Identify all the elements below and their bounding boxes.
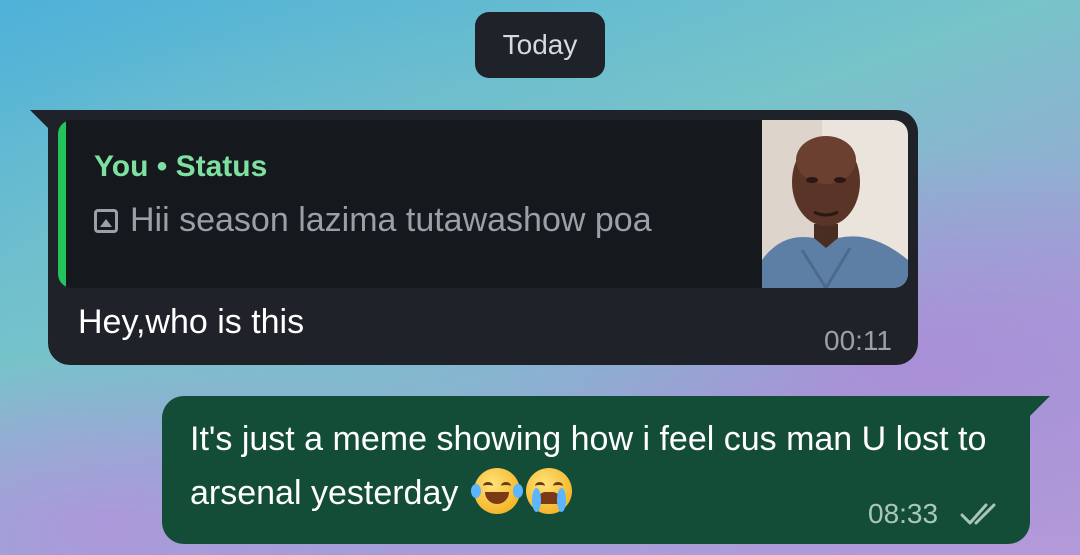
- quote-text-line: Hii season lazima tutawashow poa: [94, 198, 694, 243]
- outgoing-message-text: It's just a meme showing how i feel cus …: [190, 420, 987, 512]
- outgoing-message[interactable]: It's just a meme showing how i feel cus …: [162, 396, 1030, 544]
- outgoing-message-time: 08:33: [868, 498, 939, 529]
- face-with-tears-of-joy-icon: [470, 468, 523, 514]
- incoming-message-time: 00:11: [824, 325, 892, 356]
- outgoing-bubble-tail: [1030, 396, 1050, 416]
- date-divider: Today: [475, 12, 605, 78]
- double-check-icon: [960, 503, 996, 525]
- quote-accent-bar: [58, 120, 66, 288]
- incoming-bubble-tail: [30, 110, 50, 130]
- incoming-message[interactable]: You • Status Hii season lazima tutawasho…: [48, 110, 918, 365]
- loudly-crying-face-icon: [525, 468, 572, 514]
- image-icon: [94, 209, 118, 233]
- quoted-status-reply[interactable]: You • Status Hii season lazima tutawasho…: [58, 120, 908, 288]
- quote-text: Hii season lazima tutawashow poa: [130, 201, 652, 239]
- quote-author: You • Status: [94, 150, 268, 183]
- status-thumbnail[interactable]: [762, 120, 908, 288]
- incoming-message-text: Hey,who is this: [78, 303, 305, 341]
